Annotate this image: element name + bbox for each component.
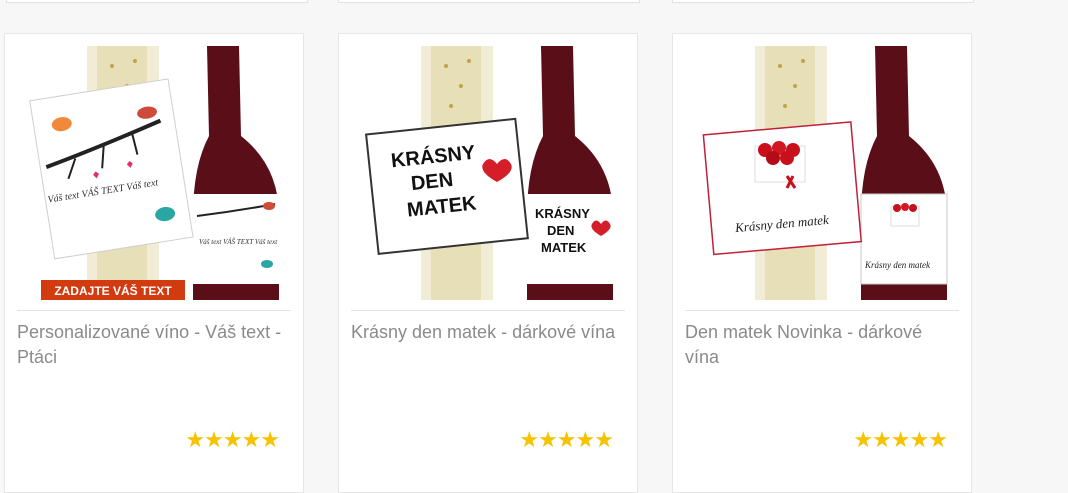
label-big-line-2: DEN xyxy=(409,168,455,196)
product-image[interactable]: Krásny den matek Krásny den matek xyxy=(685,46,961,300)
previous-row-card-2 xyxy=(338,0,640,3)
product-image[interactable]: Váš text VÁŠ TEXT Váš text Váš text VÁŠ … xyxy=(17,46,293,300)
product-title[interactable]: Krásny den matek - dárkové vína xyxy=(351,320,625,345)
star-icon: ★ xyxy=(185,427,205,452)
card-divider xyxy=(351,310,625,311)
rating-stars: ★★★★★ xyxy=(519,427,614,453)
star-icon: ★ xyxy=(222,427,243,452)
star-icon: ★ xyxy=(853,427,873,452)
star-icon: ★ xyxy=(204,427,224,452)
label-small-line-1: KRÁSNY xyxy=(535,206,590,221)
product-card-mothers-day[interactable]: KRÁSNY DEN MATEK KRÁSNY DEN MATEK Krásny… xyxy=(338,33,638,493)
card-divider xyxy=(685,310,959,311)
star-icon: ★ xyxy=(260,427,280,452)
card-divider xyxy=(17,310,291,311)
star-icon: ★ xyxy=(928,427,948,452)
label-small-text: Krásny den matek xyxy=(865,260,930,270)
label-small-line-3: MATEK xyxy=(541,240,587,255)
personalize-badge[interactable]: ZADAJTE VÁŠ TEXT xyxy=(41,280,185,300)
star-icon: ★ xyxy=(872,427,892,452)
label-small-line-2: DEN xyxy=(547,223,575,238)
previous-row-card-1 xyxy=(6,0,308,3)
product-image[interactable]: KRÁSNY DEN MATEK KRÁSNY DEN MATEK xyxy=(351,46,627,300)
star-icon: ★ xyxy=(909,427,930,452)
star-icon: ★ xyxy=(594,427,614,452)
star-icon: ★ xyxy=(538,427,558,452)
star-icon: ★ xyxy=(556,427,577,452)
previous-row-card-3 xyxy=(672,0,974,3)
product-card-mothers-day-new[interactable]: Krásny den matek Krásny den matek Den ma… xyxy=(672,33,972,493)
product-title[interactable]: Den matek Novinka - dárkové vína xyxy=(685,320,959,370)
product-card-birds[interactable]: Váš text VÁŠ TEXT Váš text Váš text VÁŠ … xyxy=(4,33,304,493)
label-small-text: Váš text VÁŠ TEXT Váš text xyxy=(199,238,278,246)
star-icon: ★ xyxy=(575,427,596,452)
wine-bottles-illustration xyxy=(29,46,279,300)
star-icon: ★ xyxy=(519,427,539,452)
star-icon: ★ xyxy=(241,427,262,452)
rating-stars: ★★★★★ xyxy=(185,427,280,453)
star-icon: ★ xyxy=(890,427,911,452)
product-title[interactable]: Personalizované víno - Váš text - Ptáci xyxy=(17,320,291,370)
rating-stars: ★★★★★ xyxy=(853,427,948,453)
